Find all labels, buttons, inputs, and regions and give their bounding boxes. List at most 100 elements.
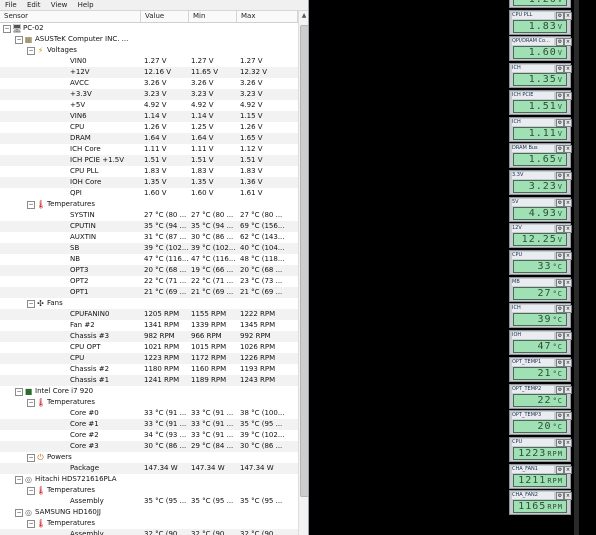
close-icon[interactable]: ×	[564, 145, 572, 154]
tree-node[interactable]: − 🌡 Temperatures	[0, 397, 298, 408]
vertical-scrollbar[interactable]: ▲	[298, 11, 308, 535]
tree-node[interactable]: − ⚡ Voltages	[0, 45, 298, 56]
collapse-icon[interactable]: −	[27, 300, 35, 308]
wrench-icon[interactable]: ⚙	[556, 465, 564, 474]
sensor-gadget[interactable]: CHA_FAN2 ⚙ × 1165RPM	[509, 490, 572, 516]
wrench-icon[interactable]: ⚙	[556, 332, 564, 341]
collapse-icon[interactable]: −	[27, 399, 35, 407]
wrench-icon[interactable]: ⚙	[556, 492, 564, 501]
tree-node[interactable]: − 🌡 Temperatures	[0, 485, 298, 496]
tree-node[interactable]: − ▦ ASUSTeK Computer INC. ...	[0, 34, 298, 45]
collapse-icon[interactable]: −	[15, 388, 23, 396]
close-icon[interactable]: ×	[564, 38, 572, 47]
sensor-gadget[interactable]: ICH PCIE ⚙ × 1.51V	[509, 89, 572, 115]
close-icon[interactable]: ×	[564, 412, 572, 421]
sensor-row[interactable]: Core #1 33 °C (91 ... 33 °C (91 ... 35 °C (…	[0, 419, 298, 430]
column-max[interactable]: Max	[237, 11, 298, 22]
close-icon[interactable]: ×	[564, 198, 572, 207]
close-icon[interactable]: ×	[564, 171, 572, 180]
wrench-icon[interactable]: ⚙	[556, 252, 564, 260]
tree-node[interactable]: − 🌡 Temperatures	[0, 199, 298, 210]
sensor-row[interactable]: +3.3V 3.23 V 3.23 V 3.23 V	[0, 89, 298, 100]
scrollbar-thumb[interactable]	[300, 25, 308, 497]
sensor-gadget[interactable]: CPU ⚙ × 1223RPM	[509, 436, 572, 462]
close-icon[interactable]: ×	[564, 358, 572, 367]
wrench-icon[interactable]: ⚙	[556, 11, 564, 20]
collapse-icon[interactable]: −	[27, 201, 35, 209]
collapse-icon[interactable]: −	[27, 520, 35, 528]
tree-node[interactable]: − ◎ Hitachi HDS721616PLA	[0, 474, 298, 485]
wrench-icon[interactable]: ⚙	[556, 412, 564, 421]
sensor-row[interactable]: Core #2 34 °C (93 ... 33 °C (91 ... 39 °C (…	[0, 430, 298, 441]
sensor-row[interactable]: Chassis #1 1241 RPM 1189 RPM 1243 RPM	[0, 375, 298, 386]
sensor-row[interactable]: CPU PLL 1.83 V 1.83 V 1.83 V	[0, 166, 298, 177]
sensor-row[interactable]: Chassis #2 1180 RPM 1160 RPM 1193 RPM	[0, 364, 298, 375]
wrench-icon[interactable]: ⚙	[556, 438, 564, 447]
close-icon[interactable]: ×	[564, 91, 572, 100]
tree-node[interactable]: − ✣ Fans	[0, 298, 298, 309]
close-icon[interactable]: ×	[564, 305, 572, 314]
sensor-gadget[interactable]: ICH ⚙ × 39°C	[509, 303, 572, 329]
collapse-icon[interactable]: −	[15, 476, 23, 484]
sensor-row[interactable]: OPT3 20 °C (68 ... 19 °C (66 ... 20 °C (68 …	[0, 265, 298, 276]
collapse-icon[interactable]: −	[15, 36, 23, 44]
sensor-gadget[interactable]: QPI/DRAM Co... ⚙ × 1.60V	[509, 36, 572, 62]
sensor-gadget[interactable]: 5V ⚙ × 4.93V	[509, 196, 572, 222]
column-min[interactable]: Min	[189, 11, 237, 22]
sensor-row[interactable]: +12V 12.16 V 11.65 V 12.32 V	[0, 67, 298, 78]
sensor-row[interactable]: OPT1 21 °C (69 ... 21 °C (69 ... 21 °C (69 …	[0, 287, 298, 298]
wrench-icon[interactable]: ⚙	[556, 225, 564, 234]
sensor-gadget[interactable]: CPU ⚙ × 33°C	[509, 250, 572, 275]
collapse-icon[interactable]: −	[27, 487, 35, 495]
sensor-row[interactable]: DRAM 1.64 V 1.64 V 1.65 V	[0, 133, 298, 144]
sensor-row[interactable]: VIN0 1.27 V 1.27 V 1.27 V	[0, 56, 298, 67]
close-icon[interactable]: ×	[564, 332, 572, 341]
scroll-up-icon[interactable]: ▲	[300, 12, 308, 20]
menu-edit[interactable]: Edit	[27, 0, 41, 10]
sensor-row[interactable]: CPU 1.26 V 1.25 V 1.26 V	[0, 122, 298, 133]
sensor-row[interactable]: IOH Core 1.35 V 1.35 V 1.36 V	[0, 177, 298, 188]
sensor-row[interactable]: ICH PCIE +1.5V 1.51 V 1.51 V 1.51 V	[0, 155, 298, 166]
close-icon[interactable]: ×	[564, 252, 572, 260]
close-icon[interactable]: ×	[564, 65, 572, 74]
wrench-icon[interactable]: ⚙	[556, 385, 564, 394]
sensor-gadget[interactable]: ⚙×1.26V	[509, 0, 571, 8]
tree-node[interactable]: − 🌡 Temperatures	[0, 518, 298, 529]
column-value[interactable]: Value	[141, 11, 189, 22]
menu-file[interactable]: File	[5, 0, 17, 10]
sensor-row[interactable]: Chassis #3 982 RPM 966 RPM 992 RPM	[0, 331, 298, 342]
close-icon[interactable]: ×	[564, 438, 572, 447]
menu-view[interactable]: View	[51, 0, 68, 10]
sensor-gadget[interactable]: OPT_TEMP2 ⚙ × 22°C	[509, 383, 572, 409]
wrench-icon[interactable]: ⚙	[556, 38, 564, 47]
sensor-row[interactable]: CPU OPT 1021 RPM 1015 RPM 1026 RPM	[0, 342, 298, 353]
close-icon[interactable]: ×	[564, 118, 572, 127]
close-icon[interactable]: ×	[564, 385, 572, 394]
sensor-row[interactable]: OPT2 22 °C (71 ... 22 °C (71 ... 23 °C (73 …	[0, 276, 298, 287]
close-icon[interactable]: ×	[564, 11, 572, 20]
sensor-row[interactable]: Package 147.34 W 147.34 W 147.34 W	[0, 463, 298, 474]
collapse-icon[interactable]: −	[3, 25, 11, 33]
tree-node[interactable]: − ■ Intel Core i7 920	[0, 386, 298, 397]
sensor-row[interactable]: SB 39 °C (102... 39 °C (102... 40 °C (104..…	[0, 243, 298, 254]
sensor-gadget[interactable]: 3.3V ⚙ × 3.23V	[509, 169, 572, 195]
sensor-row[interactable]: ICH Core 1.11 V 1.11 V 1.12 V	[0, 144, 298, 155]
sensor-row[interactable]: Core #3 30 °C (86 ... 29 °C (84 ... 30 °C (…	[0, 441, 298, 452]
close-icon[interactable]: ×	[564, 465, 572, 474]
column-sensor[interactable]: Sensor	[0, 11, 141, 22]
sensor-gadget[interactable]: OPT_TEMP1 ⚙ × 21°C	[509, 356, 572, 382]
sensor-gadget[interactable]: ICH ⚙ × 1.35V	[509, 63, 572, 89]
sensor-gadget[interactable]: CPU PLL ⚙ × 1.83V	[509, 9, 572, 35]
sensor-gadget[interactable]: ICH ⚙ × 1.11V	[509, 116, 572, 142]
sensor-row[interactable]: QPI 1.60 V 1.60 V 1.61 V	[0, 188, 298, 199]
wrench-icon[interactable]: ⚙	[556, 145, 564, 154]
sensor-row[interactable]: AVCC 3.26 V 3.26 V 3.26 V	[0, 78, 298, 89]
wrench-icon[interactable]: ⚙	[556, 358, 564, 367]
sensor-row[interactable]: CPUTIN 35 °C (94 ... 35 °C (94 ... 69 °C (1…	[0, 221, 298, 232]
collapse-icon[interactable]: −	[15, 509, 23, 517]
tree-node[interactable]: − 🖥 PC-02	[0, 23, 298, 34]
sensor-gadget[interactable]: DRAM Bus ⚙ × 1.65V	[509, 143, 572, 169]
sensor-row[interactable]: CPU 1223 RPM 1172 RPM 1226 RPM	[0, 353, 298, 364]
tree-node[interactable]: − ⏻ Powers	[0, 452, 298, 463]
wrench-icon[interactable]: ⚙	[556, 91, 564, 100]
